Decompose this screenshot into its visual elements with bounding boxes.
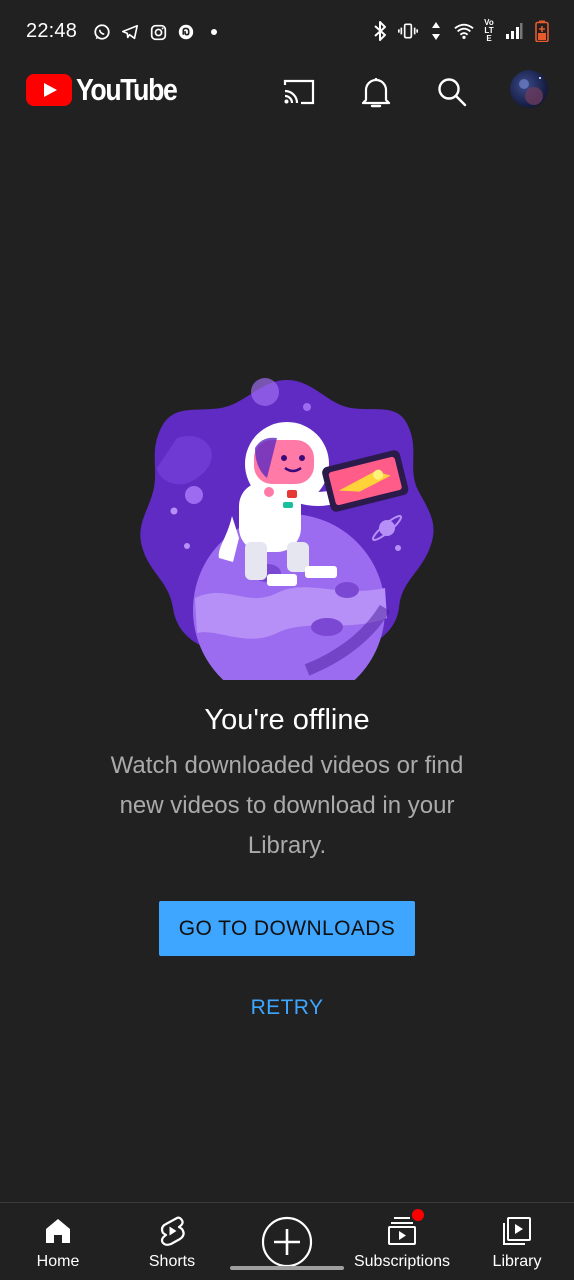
notifications-button[interactable] (356, 72, 396, 112)
data-arrows-icon (426, 20, 446, 42)
cast-icon (283, 79, 315, 105)
account-avatar[interactable] (510, 70, 548, 108)
youtube-offline-screen: 22:48 Vo LTE YouTube You're offline Watc… (0, 0, 574, 1280)
wifi-icon (454, 20, 474, 42)
subscriptions-icon (386, 1209, 424, 1247)
volte-label: Vo LTE (484, 18, 494, 43)
instagram-icon (148, 21, 168, 43)
home-icon (42, 1215, 74, 1247)
nav-label-home: Home (36, 1253, 80, 1270)
nav-label-subscriptions: Subscriptions (353, 1253, 451, 1270)
signal-icon (504, 20, 524, 42)
bluetooth-icon (370, 20, 390, 42)
cast-button[interactable] (279, 72, 319, 112)
notification-dot (412, 1209, 424, 1221)
youtube-play-icon (26, 74, 72, 106)
nav-item-subscriptions[interactable]: Subscriptions (352, 1203, 452, 1280)
search-button[interactable] (432, 72, 472, 112)
system-icons: Vo LTE (370, 18, 552, 43)
logo-wordmark: YouTube (76, 72, 178, 107)
offline-message: Watch downloaded videos or find new vide… (110, 752, 464, 859)
dot-icon (204, 21, 224, 43)
offline-title: You're offline (204, 704, 370, 736)
create-button[interactable] (261, 1216, 313, 1268)
status-bar: 22:48 Vo LTE (0, 0, 574, 64)
notifications-icon (361, 78, 391, 108)
create-icon (261, 1216, 313, 1268)
library-icon (501, 1215, 533, 1247)
app-header: YouTube (0, 64, 574, 120)
nav-label-library: Library (492, 1253, 542, 1270)
nav-item-shorts[interactable]: Shorts (137, 1203, 207, 1280)
nav-item-library[interactable]: Library (487, 1203, 547, 1280)
volte-icon: Vo LTE (482, 18, 496, 43)
whatsapp-icon (92, 21, 112, 43)
gesture-home-indicator[interactable] (230, 1266, 344, 1270)
vibrate-icon (398, 20, 418, 42)
notification-icons (92, 21, 224, 43)
status-time: 22:48 (26, 20, 78, 42)
nav-item-home[interactable]: Home (23, 1203, 93, 1280)
offline-illustration (137, 378, 437, 706)
threads-icon (176, 21, 196, 43)
search-icon (438, 78, 467, 107)
youtube-logo[interactable]: YouTube (26, 72, 193, 108)
retry-button[interactable]: RETRY (237, 986, 337, 1030)
battery-icon (532, 20, 552, 42)
go-to-downloads-button[interactable]: GO TO DOWNLOADS (159, 901, 415, 956)
telegram-icon (120, 21, 140, 43)
shorts-icon (156, 1215, 188, 1247)
nav-label-shorts: Shorts (148, 1253, 196, 1270)
